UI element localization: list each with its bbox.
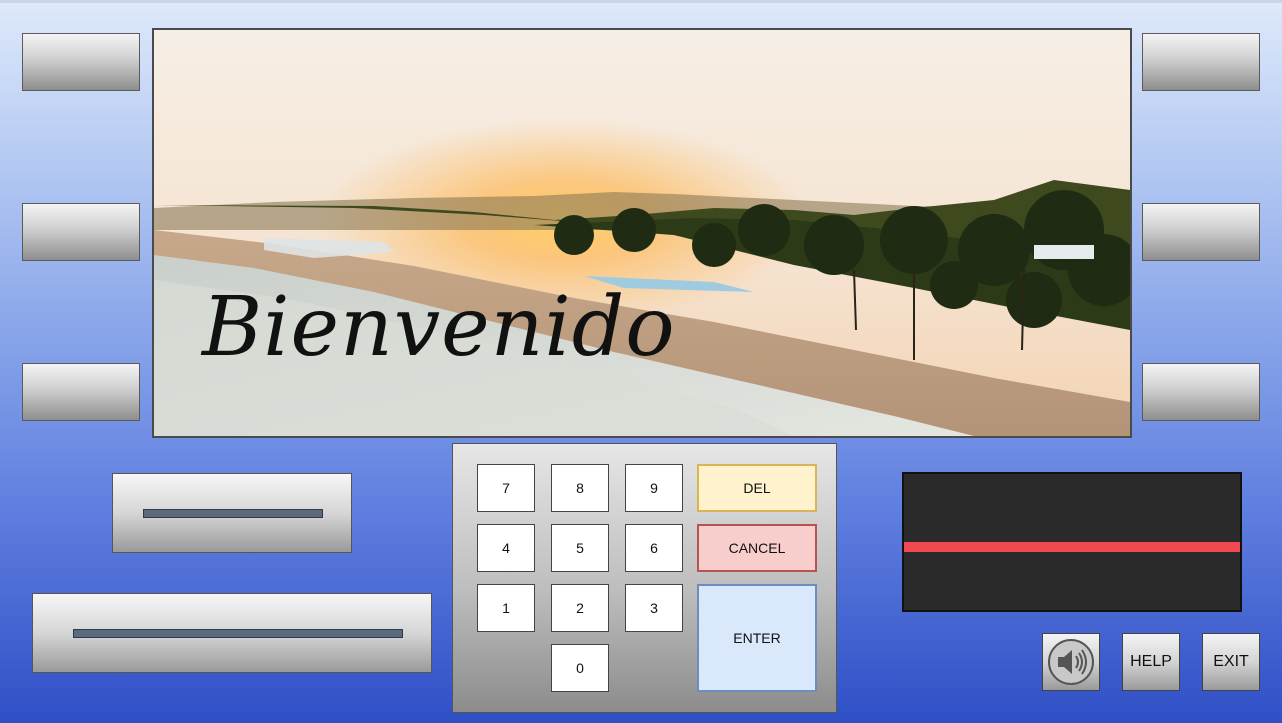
key-7[interactable]: 7 <box>477 464 535 512</box>
left-function-button-2[interactable] <box>22 203 140 261</box>
key-8[interactable]: 8 <box>551 464 609 512</box>
cash-dispenser-panel <box>32 593 432 673</box>
right-function-button-1[interactable] <box>1142 33 1260 91</box>
keypad: 7 8 9 4 5 6 1 2 3 0 DEL CANCEL ENTER <box>452 443 837 713</box>
card-stripe <box>904 542 1240 552</box>
receipt-slot-panel <box>112 473 352 553</box>
help-button[interactable]: HELP <box>1122 633 1180 691</box>
receipt-slot[interactable] <box>143 509 323 518</box>
key-0[interactable]: 0 <box>551 644 609 692</box>
key-5[interactable]: 5 <box>551 524 609 572</box>
cash-dispenser-slot[interactable] <box>73 629 403 638</box>
right-function-button-2[interactable] <box>1142 203 1260 261</box>
key-2[interactable]: 2 <box>551 584 609 632</box>
key-9[interactable]: 9 <box>625 464 683 512</box>
del-button[interactable]: DEL <box>697 464 817 512</box>
welcome-title: Bienvenido <box>202 280 676 375</box>
speaker-button[interactable] <box>1042 633 1100 691</box>
exit-button[interactable]: EXIT <box>1202 633 1260 691</box>
key-6[interactable]: 6 <box>625 524 683 572</box>
left-function-button-1[interactable] <box>22 33 140 91</box>
left-function-button-3[interactable] <box>22 363 140 421</box>
top-strip <box>0 0 1282 3</box>
key-3[interactable]: 3 <box>625 584 683 632</box>
atm-simulator: Bienvenido 7 8 9 4 5 6 1 2 3 0 DEL CANCE… <box>0 0 1282 723</box>
card-reader[interactable] <box>902 472 1242 612</box>
enter-button[interactable]: ENTER <box>697 584 817 692</box>
key-1[interactable]: 1 <box>477 584 535 632</box>
speaker-icon <box>1048 639 1094 685</box>
right-function-button-3[interactable] <box>1142 363 1260 421</box>
atm-screen: Bienvenido <box>152 28 1132 438</box>
key-4[interactable]: 4 <box>477 524 535 572</box>
beach-resort-image <box>154 30 1130 436</box>
cancel-button[interactable]: CANCEL <box>697 524 817 572</box>
